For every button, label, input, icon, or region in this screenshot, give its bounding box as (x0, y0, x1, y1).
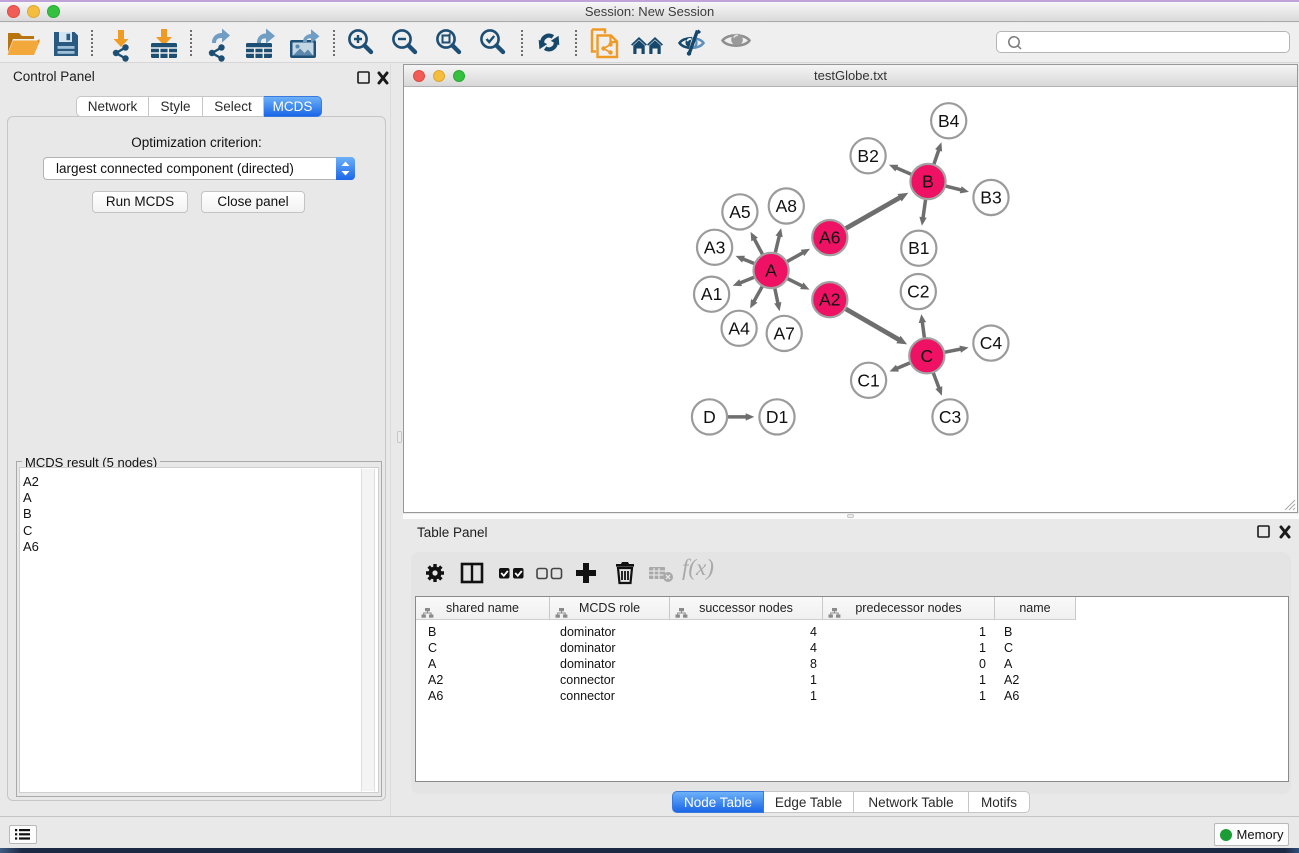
svg-text:D1: D1 (766, 407, 788, 427)
svg-text:C2: C2 (907, 282, 929, 302)
svg-text:A1: A1 (701, 284, 722, 304)
svg-text:C1: C1 (857, 370, 879, 390)
svg-text:B4: B4 (938, 111, 960, 131)
svg-text:C3: C3 (939, 407, 961, 427)
svg-text:B3: B3 (980, 188, 1001, 208)
svg-text:A3: A3 (704, 237, 725, 257)
svg-text:C: C (920, 346, 933, 366)
svg-text:A2: A2 (819, 290, 840, 310)
svg-text:C4: C4 (980, 333, 1003, 353)
svg-text:A8: A8 (776, 196, 797, 216)
svg-text:A5: A5 (729, 202, 750, 222)
svg-text:B2: B2 (857, 146, 878, 166)
svg-text:A: A (765, 261, 777, 281)
svg-text:D: D (703, 407, 716, 427)
svg-text:B1: B1 (908, 238, 929, 258)
svg-text:A6: A6 (819, 228, 840, 248)
svg-text:A7: A7 (773, 323, 794, 343)
svg-text:B: B (922, 172, 934, 192)
svg-text:A4: A4 (728, 318, 750, 338)
